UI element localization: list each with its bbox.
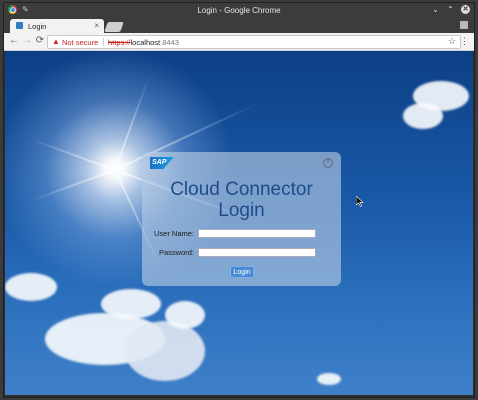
password-label: Password: (158, 248, 194, 257)
browser-toolbar: ← → ⟳ ▲ Not secure https://localhost:844… (4, 33, 474, 51)
security-status[interactable]: Not secure (62, 38, 98, 47)
tab-label: Login (28, 22, 47, 31)
url-text[interactable]: https://localhost:8443 (108, 38, 179, 47)
address-divider (103, 38, 104, 46)
url-scheme: https:// (108, 37, 131, 47)
page-title-line1: Cloud Connector (170, 179, 313, 200)
tab-login[interactable]: Login × (10, 19, 104, 33)
minimize-icon[interactable]: ⌄ (431, 5, 440, 14)
help-icon[interactable]: ? (323, 158, 333, 168)
close-icon[interactable]: ✕ (461, 5, 470, 14)
page-viewport: SAP ? Cloud Connector Login User Name: P… (5, 51, 473, 395)
url-host: localhost (130, 37, 161, 47)
forward-icon[interactable]: → (21, 35, 33, 47)
browser-window: ✎ Login - Google Chrome ⌄ ⌃ ✕ Login × ← … (3, 2, 475, 398)
reload-icon[interactable]: ⟳ (34, 35, 46, 47)
password-input[interactable] (198, 248, 316, 257)
username-input[interactable] (198, 229, 316, 238)
page-title-line2: Login (218, 200, 265, 221)
login-button[interactable]: Login (230, 266, 254, 278)
maximize-icon[interactable]: ⌃ (446, 5, 455, 14)
back-icon[interactable]: ← (8, 35, 20, 47)
address-bar[interactable]: ▲ Not secure https://localhost:8443 ☆ (47, 35, 461, 49)
title-bar: ✎ Login - Google Chrome ⌄ ⌃ ✕ (4, 3, 474, 18)
url-port: :8443 (160, 37, 179, 47)
bookmark-star-icon[interactable]: ☆ (448, 36, 456, 47)
tab-close-icon[interactable]: × (94, 21, 99, 30)
chrome-menu-icon[interactable]: ⋮ (460, 35, 469, 47)
sap-favicon-icon (16, 22, 23, 29)
new-tab-button[interactable] (104, 22, 124, 32)
tab-strip: Login × (4, 18, 474, 33)
mouse-cursor-icon (356, 196, 364, 207)
sap-logo: SAP (150, 157, 174, 169)
window-title: Login - Google Chrome (197, 6, 281, 15)
username-label: User Name: (153, 229, 194, 238)
login-panel: SAP ? Cloud Connector Login User Name: P… (142, 152, 341, 286)
profile-icon[interactable] (460, 21, 468, 29)
warning-icon: ▲ (52, 37, 60, 46)
